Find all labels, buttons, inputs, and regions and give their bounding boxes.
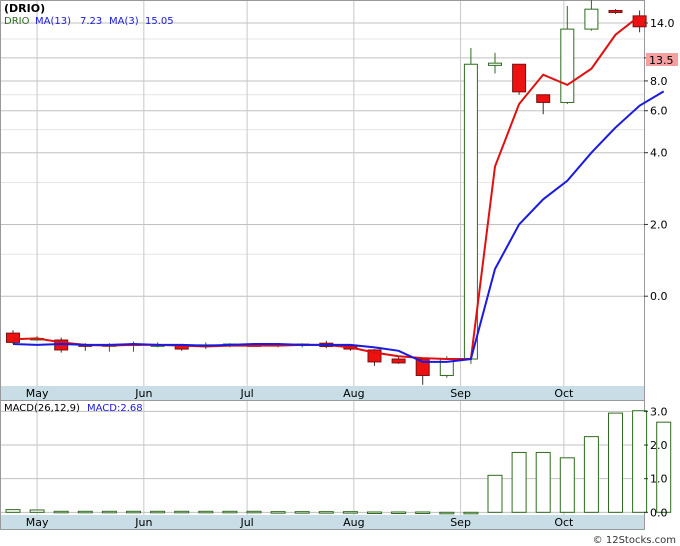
macd-bar [29,509,45,513]
candle-up [560,28,575,103]
macd-y-tick-label: 1.0 [650,473,668,486]
legend-ma-fast-label: MA(3) [109,16,139,27]
price-y-tick-label: 14.0 [650,17,675,30]
macd-y-tick-label: 0.0 [650,506,668,519]
macd-bar [101,510,117,514]
macd-bar [632,410,648,513]
macd-bar [439,511,455,515]
macd-bar [608,412,623,513]
macd-x-tick-label: Oct [554,516,574,529]
macd-bar [415,511,431,514]
price-x-tick-label: Oct [554,387,574,400]
price-x-tick-label: Jul [239,387,253,400]
macd-bar [559,457,575,513]
macd-bar [511,451,527,513]
macd-y-tick-label: 3.0 [650,405,668,418]
macd-bar [270,511,286,514]
macd-bar [391,511,407,514]
price-x-tick-label: Jun [134,387,152,400]
macd-bar [126,510,141,514]
macd-bar [487,474,503,513]
macd-x-tick-label: May [26,516,49,529]
candle-down [391,358,406,364]
candle-up [488,62,502,66]
price-x-tick-label: Sep [450,387,471,400]
macd-bar [342,511,358,514]
chart-title: (DRIO) [4,2,45,15]
macd-bar [53,510,69,514]
legend-ma-slow-label: MA(13) [35,16,71,27]
macd-bar [318,511,334,514]
macd-x-tick-label: Sep [450,516,471,529]
macd-x-tick-label: Jun [134,516,152,529]
macd-bar [198,510,214,514]
price-y-tick-label: 4.0 [650,147,668,160]
price-x-tick-label: May [26,387,49,400]
price-y-tick-label: 8.0 [650,75,668,88]
macd-bar [656,421,672,513]
macd-bar [294,511,310,514]
macd-x-tick-label: Aug [343,516,364,529]
candle-down [608,9,623,13]
macd-bar [535,451,551,513]
macd-bar [246,510,262,514]
macd-legend-params: MACD(26,12,9) [4,403,80,414]
macd-bar [463,511,479,515]
macd-y-tick-label: 2.0 [650,439,668,452]
price-x-axis-band [1,386,644,400]
price-y-tick-label: 2.0 [650,218,668,231]
candle-down [512,63,527,93]
price-y-tick-label: 6.0 [650,105,668,118]
candle-down [536,94,551,103]
legend-ma-slow-value: 7.23 [80,16,102,27]
stock-chart: 14.010.08.06.04.02.00.0 MayJunJulAugSepO… [0,0,678,546]
macd-bar [150,510,166,514]
last-price-badge: 13.5 [649,54,674,67]
macd-bar [5,509,21,513]
watermark: © 12Stocks.com [593,535,676,546]
macd-bar [174,510,190,514]
macd-x-axis-band [1,515,644,529]
macd-x-tick-label: Jul [239,516,253,529]
legend-ma-fast-value: 15.05 [145,16,174,27]
price-panel-frame [0,0,645,400]
price-y-tick-label: 0.0 [650,290,668,303]
macd-bar [367,511,382,514]
macd-legend-value: MACD:2.68 [87,403,143,414]
macd-bar [222,510,238,514]
price-x-tick-label: Aug [343,387,364,400]
macd-bar [583,436,599,513]
candle-up [584,8,599,30]
legend-symbol: DRIO [4,16,30,27]
candle-down [632,15,647,28]
macd-bar [77,510,93,514]
candle-down [6,332,20,343]
